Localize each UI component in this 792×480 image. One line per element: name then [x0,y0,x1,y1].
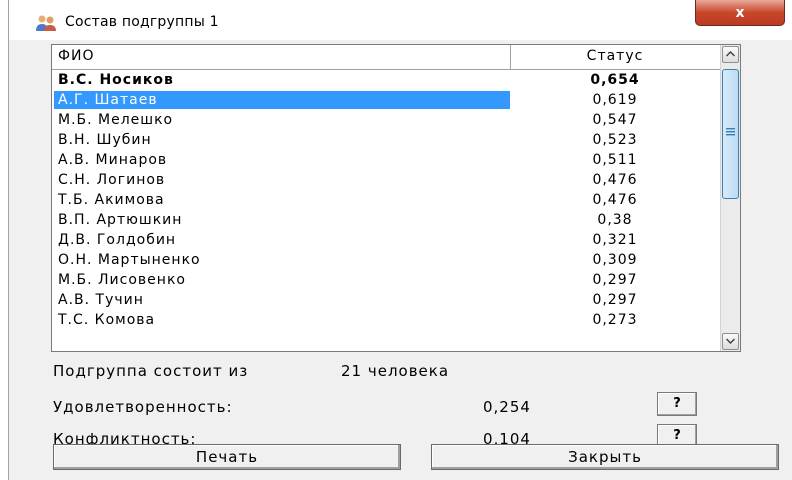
member-status: 0,476 [592,192,638,208]
member-status: 0,547 [592,112,638,128]
member-status: 0,273 [592,312,638,328]
table-row[interactable]: В.П. Артюшкин 0,38 [52,210,720,230]
member-status: 0,297 [592,292,638,308]
table-row[interactable]: А.В. Минаров 0,511 [52,150,720,170]
scroll-down-button[interactable] [722,333,739,350]
member-status: 0,38 [597,212,633,228]
member-status: 0,654 [590,72,640,88]
window-title: Состав подгруппы 1 [65,14,219,30]
column-header-status[interactable]: Статус [512,48,718,64]
member-name: В.С. Носиков [58,72,174,88]
table-row[interactable]: В.Н. Шубин 0,523 [52,130,720,150]
member-name: В.П. Артюшкин [58,212,183,228]
member-name: Д.В. Голдобин [58,232,177,248]
member-name: Т.Б. Акимова [58,192,165,208]
satisfaction-help-button[interactable]: ? [657,392,697,416]
table-row[interactable]: С.Н. Логинов 0,476 [52,170,720,190]
window-close-button[interactable]: x [695,0,785,26]
member-status: 0,321 [592,232,638,248]
table-row[interactable]: А.Г. Шатаев 0,619 [52,90,720,110]
scroll-thumb[interactable] [722,69,739,199]
table-row[interactable]: А.В. Тучин 0,297 [52,290,720,310]
table-row[interactable]: М.Б. Мелешко 0,547 [52,110,720,130]
table-body: В.С. Носиков 0,654 А.Г. Шатаев 0,619 М.Б. Ме… [52,70,720,330]
member-status: 0,619 [592,92,638,108]
dialog-window: Состав подгруппы 1 x ФИО Статус В.С. Нос… [8,0,792,480]
member-name: А.В. Тучин [58,292,144,308]
column-header-name[interactable]: ФИО [58,48,95,64]
member-name: Т.С. Комова [58,312,156,328]
table-header: ФИО Статус [52,45,720,70]
member-name: О.Н. Мартыненко [58,252,201,268]
satisfaction-value: 0,254 [483,398,531,416]
member-name: М.Б. Лисовенко [58,272,186,288]
member-status: 0,309 [592,252,638,268]
vertical-scrollbar[interactable] [720,45,740,351]
chevron-down-icon [726,338,735,344]
member-status: 0,297 [592,272,638,288]
member-name: М.Б. Мелешко [58,112,174,128]
title-bar: Состав подгруппы 1 x [9,0,792,40]
members-table[interactable]: ФИО Статус В.С. Носиков 0,654 А.Г. Шатаев 0… [51,44,741,352]
group-users-icon [36,15,56,31]
table-row[interactable]: О.Н. Мартыненко 0,309 [52,250,720,270]
grip-icon [726,128,735,136]
group-size-value: 21 человека [341,362,450,380]
group-size-label: Подгруппа состоит из [53,362,249,380]
member-name: С.Н. Логинов [58,172,166,188]
member-name: А.Г. Шатаев [54,91,510,109]
table-row[interactable]: М.Б. Лисовенко 0,297 [52,270,720,290]
member-name: А.В. Минаров [58,152,168,168]
table-row[interactable]: Д.В. Голдобин 0,321 [52,230,720,250]
column-divider[interactable] [510,45,511,69]
member-name: В.Н. Шубин [58,132,152,148]
member-status: 0,511 [592,152,638,168]
close-button[interactable]: Закрыть [431,444,779,470]
close-icon: x [735,4,745,21]
table-row[interactable]: Т.Б. Акимова 0,476 [52,190,720,210]
member-status: 0,523 [592,132,638,148]
table-row[interactable]: В.С. Носиков 0,654 [52,70,720,90]
satisfaction-label: Удовлетворенность: [53,398,233,416]
print-button[interactable]: Печать [53,444,401,470]
chevron-up-icon [726,51,735,57]
table-row[interactable]: Т.С. Комова 0,273 [52,310,720,330]
member-status: 0,476 [592,172,638,188]
scroll-up-button[interactable] [722,46,739,63]
